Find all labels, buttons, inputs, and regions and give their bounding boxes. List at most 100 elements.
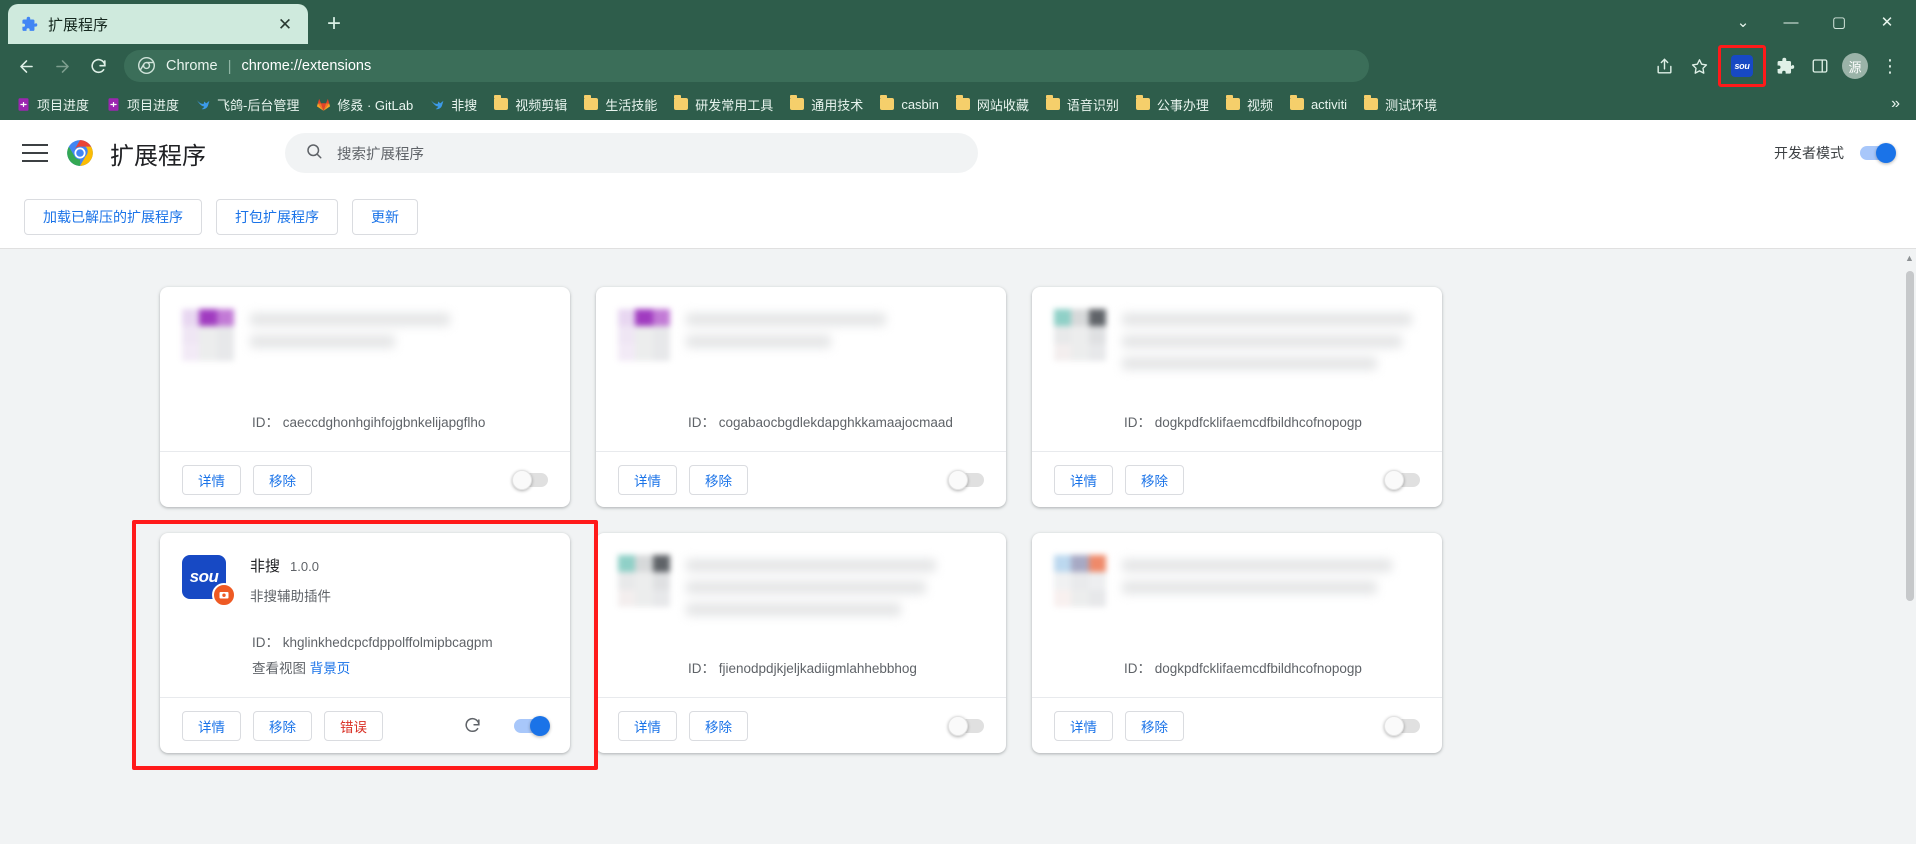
bookmark-label: 测试环境: [1385, 95, 1437, 114]
bookmark-item[interactable]: 飞鸽-后台管理: [188, 92, 306, 117]
extension-card: ID： cogabaocbgdlekdapghkkamaajocmaad 详情 移除: [596, 287, 1006, 507]
developer-mode-toggle[interactable]: [1860, 146, 1894, 160]
bookmark-label: 生活技能: [605, 95, 657, 114]
reload-icon[interactable]: [82, 50, 114, 82]
remove-button[interactable]: 移除: [689, 711, 748, 741]
extension-info: [1122, 309, 1420, 379]
bookmarks-overflow-button[interactable]: »: [1883, 95, 1908, 113]
details-button[interactable]: 详情: [1054, 711, 1113, 741]
extension-id-value: fjienodpdjkjeljkadiigmlahhebbhog: [719, 661, 917, 676]
extension-card-body: ID： fjienodpdjkjeljkadiigmlahhebbhog: [596, 533, 1006, 697]
page-scrollbar[interactable]: ▲ ▼: [1903, 249, 1916, 844]
extension-enabled-toggle[interactable]: [950, 473, 984, 487]
address-bar[interactable]: Chrome | chrome://extensions: [124, 50, 1369, 82]
side-panel-icon[interactable]: [1804, 50, 1836, 82]
back-icon[interactable]: [10, 50, 42, 82]
browser-tab-extensions[interactable]: 扩展程序 ✕: [8, 4, 308, 44]
bookmark-item[interactable]: 网站收藏: [948, 92, 1036, 117]
folder-icon: [583, 96, 599, 112]
folder-icon: [879, 96, 895, 112]
extension-name-row: 非搜 1.0.0: [250, 555, 548, 576]
share-icon[interactable]: [1648, 50, 1680, 82]
remove-button[interactable]: 移除: [253, 465, 312, 495]
chrome-logo-icon: [66, 139, 94, 167]
maximize-button[interactable]: ▢: [1816, 0, 1862, 44]
details-button[interactable]: 详情: [182, 711, 241, 741]
background-page-link[interactable]: 背景页: [310, 661, 351, 676]
minimize-button[interactable]: —: [1768, 0, 1814, 44]
bookmark-item[interactable]: 视频剪辑: [486, 92, 574, 117]
bookmark-item[interactable]: 研发常用工具: [666, 92, 780, 117]
extension-id: ID： fjienodpdjkjeljkadiigmlahhebbhog: [688, 657, 917, 677]
chevron-down-icon[interactable]: ⌄: [1720, 0, 1766, 44]
extension-id: ID： dogkpdfcklifaemcdfbildhcofnopogp: [1124, 411, 1362, 431]
window-close-button[interactable]: ✕: [1864, 0, 1910, 44]
developer-actions-bar: 加载已解压的扩展程序 打包扩展程序 更新: [0, 186, 1916, 248]
bookmark-item[interactable]: 修叒 · GitLab: [308, 92, 420, 117]
bookmark-item[interactable]: 项目进度: [8, 92, 96, 117]
extension-icon-redacted: [618, 309, 670, 361]
remove-button[interactable]: 移除: [1125, 465, 1184, 495]
sou-extension-icon[interactable]: sou: [1726, 50, 1758, 82]
bookmark-label: 飞鸽-后台管理: [217, 95, 299, 114]
bookmark-item[interactable]: 公事办理: [1128, 92, 1216, 117]
folder-icon: [493, 96, 509, 112]
extension-enabled-toggle[interactable]: [1386, 473, 1420, 487]
details-button[interactable]: 详情: [1054, 465, 1113, 495]
extension-card: ID： dogkpdfcklifaemcdfbildhcofnopogp 详情 移除: [1032, 287, 1442, 507]
bookmark-item[interactable]: 测试环境: [1356, 92, 1444, 117]
errors-button[interactable]: 错误: [324, 711, 383, 741]
star-icon[interactable]: [1683, 50, 1715, 82]
bookmark-label: activiti: [1311, 97, 1347, 112]
extension-icon: [618, 555, 666, 603]
extension-text-redacted: [1122, 559, 1420, 594]
update-button[interactable]: 更新: [352, 199, 418, 235]
scrollbar-thumb[interactable]: [1906, 271, 1914, 601]
scroll-up-arrow[interactable]: ▲: [1905, 253, 1914, 263]
reload-extension-icon[interactable]: [463, 716, 482, 735]
bookmark-item[interactable]: 语音识别: [1038, 92, 1126, 117]
extension-id: ID： khglinkhedcpcfdppolffolmipbcagpm: [252, 631, 493, 651]
remove-button[interactable]: 移除: [689, 465, 748, 495]
extension-icon-redacted: [618, 555, 670, 607]
bookmark-item[interactable]: 视频: [1218, 92, 1280, 117]
extension-enabled-toggle[interactable]: [514, 719, 548, 733]
bookmark-label: 公事办理: [1157, 95, 1209, 114]
details-button[interactable]: 详情: [618, 465, 677, 495]
extension-enabled-toggle[interactable]: [514, 473, 548, 487]
folder-icon: [955, 96, 971, 112]
extension-icon-redacted: [1054, 309, 1106, 361]
remove-button[interactable]: 移除: [253, 711, 312, 741]
puzzle-icon[interactable]: [1769, 50, 1801, 82]
extension-enabled-toggle[interactable]: [1386, 719, 1420, 733]
extension-card-footer: 详情 移除 错误: [160, 697, 570, 753]
chrome-icon: [138, 57, 156, 75]
bookmark-item[interactable]: 通用技术: [782, 92, 870, 117]
bookmark-item[interactable]: 项目进度: [98, 92, 186, 117]
pack-extension-button[interactable]: 打包扩展程序: [216, 199, 338, 235]
hamburger-icon[interactable]: [22, 144, 48, 162]
extension-id: ID： cogabaocbgdlekdapghkkamaajocmaad: [688, 411, 953, 431]
close-icon[interactable]: ✕: [274, 13, 296, 35]
extension-card-header: sou 非搜 1.0.0 非搜辅助插件: [182, 555, 548, 605]
chrome-menu-icon[interactable]: ⋮: [1874, 50, 1906, 82]
extension-icon: [182, 309, 230, 357]
extension-text-redacted: [686, 313, 984, 348]
new-tab-button[interactable]: +: [316, 6, 352, 42]
load-unpacked-button[interactable]: 加载已解压的扩展程序: [24, 199, 202, 235]
search-placeholder: 搜索扩展程序: [337, 143, 424, 164]
extension-id-value: caeccdghonhgihfojgbnkelijapgflho: [283, 415, 486, 430]
extensions-page: 扩展程序 搜索扩展程序 开发者模式 加载已解压的扩展程序 打包扩展程序 更新 ID：…: [0, 120, 1916, 844]
avatar[interactable]: 源: [1839, 50, 1871, 82]
bookmark-item[interactable]: activiti: [1282, 93, 1354, 115]
bookmark-item[interactable]: casbin: [872, 93, 946, 115]
bookmark-item[interactable]: 生活技能: [576, 92, 664, 117]
bookmark-item[interactable]: 非搜: [422, 92, 484, 117]
details-button[interactable]: 详情: [618, 711, 677, 741]
details-button[interactable]: 详情: [182, 465, 241, 495]
extension-card-header: [1054, 309, 1420, 379]
search-input[interactable]: 搜索扩展程序: [285, 133, 978, 173]
remove-button[interactable]: 移除: [1125, 711, 1184, 741]
search-container: 搜索扩展程序: [285, 133, 978, 173]
extension-enabled-toggle[interactable]: [950, 719, 984, 733]
